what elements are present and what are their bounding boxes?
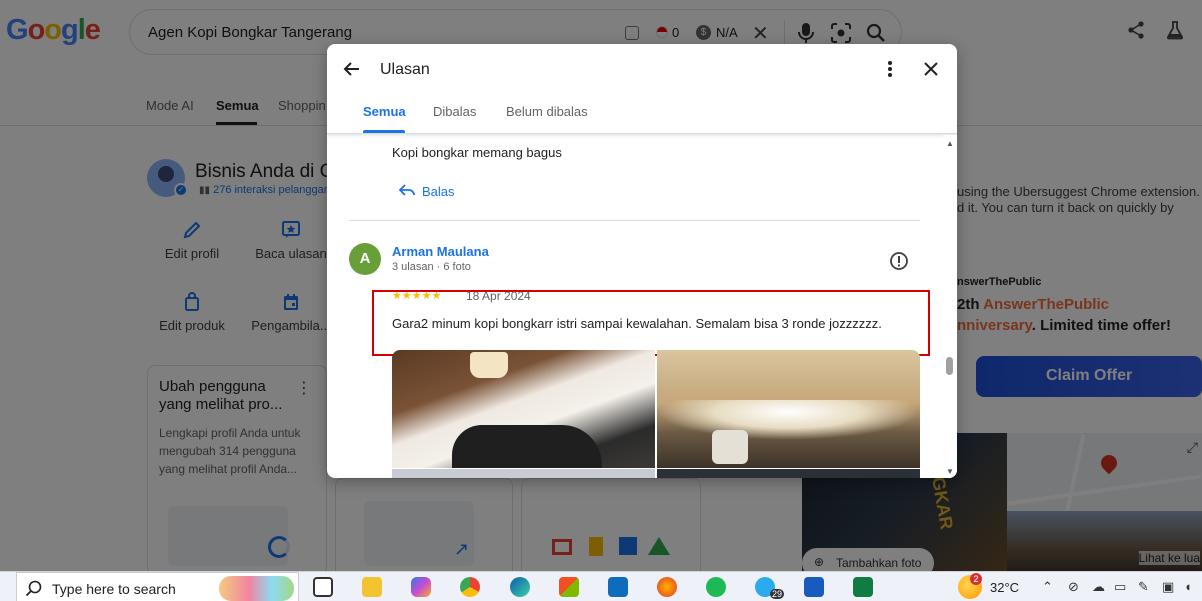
more-vert-icon[interactable] (880, 59, 900, 84)
close-icon[interactable] (921, 59, 941, 84)
reply-button[interactable]: Balas (398, 183, 455, 200)
review-divider (349, 220, 920, 221)
word-icon[interactable] (804, 577, 824, 597)
previous-review-text: Kopi bongkar memang bagus (392, 145, 562, 160)
highlight-box (372, 290, 930, 356)
pen-icon[interactable]: ✎ (1138, 579, 1149, 595)
task-view-icon[interactable] (313, 577, 333, 597)
store-icon[interactable] (559, 577, 579, 597)
photo-lamp (470, 352, 508, 378)
search-highlight-image (219, 576, 294, 601)
photo-lampshade (657, 400, 920, 440)
camera-icon[interactable]: ▣ (1162, 579, 1174, 595)
windows-taskbar: Type here to search 29 2 32°C ⌃ ⊘ ☁ ▭ ✎ … (0, 571, 1202, 601)
scrollbar-thumb[interactable] (946, 357, 953, 375)
reviews-list[interactable]: Kopi bongkar memang bagus Balas A Arman … (327, 135, 957, 478)
dialog-title: Ulasan (380, 61, 430, 78)
tab-replied[interactable]: Dibalas (433, 104, 476, 119)
taskbar-search-placeholder: Type here to search (52, 581, 176, 597)
reply-icon (398, 184, 415, 200)
photo-jacket (452, 425, 602, 468)
weather-badge: 2 (970, 573, 982, 585)
reply-label: Balas (422, 184, 455, 199)
dialog-header: Ulasan Semua Dibalas Belum dibalas (327, 44, 957, 134)
excel-icon[interactable] (853, 577, 873, 597)
cloud-icon[interactable]: ☁ (1092, 579, 1105, 595)
report-icon[interactable] (889, 251, 909, 276)
temperature[interactable]: 32°C (990, 580, 1019, 595)
tab-unreplied[interactable]: Belum dibalas (506, 104, 588, 119)
review-photo[interactable] (392, 469, 655, 478)
edge-icon[interactable] (510, 577, 530, 597)
scroll-up-icon[interactable]: ▲ (946, 139, 954, 148)
outlook-icon[interactable] (608, 577, 628, 597)
network-off-icon[interactable]: ⊘ (1068, 579, 1079, 595)
review-photo[interactable] (657, 350, 920, 468)
chrome-icon[interactable] (460, 577, 480, 597)
firefox-icon[interactable] (657, 577, 677, 597)
tab-all[interactable]: Semua (363, 104, 406, 119)
speaker-icon[interactable]: ◖ (1184, 579, 1192, 594)
photo-bulb (712, 430, 748, 464)
display-icon[interactable]: ▭ (1114, 579, 1126, 595)
review-photo[interactable] (657, 469, 920, 478)
telegram-badge: 29 (770, 589, 785, 599)
file-explorer-icon[interactable] (362, 577, 382, 597)
spotify-icon[interactable] (706, 577, 726, 597)
chevron-up-icon[interactable]: ⌃ (1042, 579, 1053, 595)
scroll-down-icon[interactable]: ▼ (946, 467, 954, 476)
review-photo[interactable] (392, 350, 655, 468)
back-arrow-icon[interactable] (342, 59, 362, 84)
reviewer-meta: 3 ulasan · 6 foto (392, 261, 471, 273)
reviews-dialog: Ulasan Semua Dibalas Belum dibalas Kopi … (327, 44, 957, 478)
reviewer-avatar[interactable]: A (349, 243, 381, 275)
taskbar-search[interactable]: Type here to search (16, 572, 299, 601)
copilot-icon[interactable] (411, 577, 431, 597)
search-icon (25, 580, 43, 601)
reviewer-name[interactable]: Arman Maulana (392, 244, 489, 259)
active-tab-indicator (363, 130, 405, 133)
dialog-scrollbar[interactable]: ▲ ▼ (943, 135, 957, 478)
